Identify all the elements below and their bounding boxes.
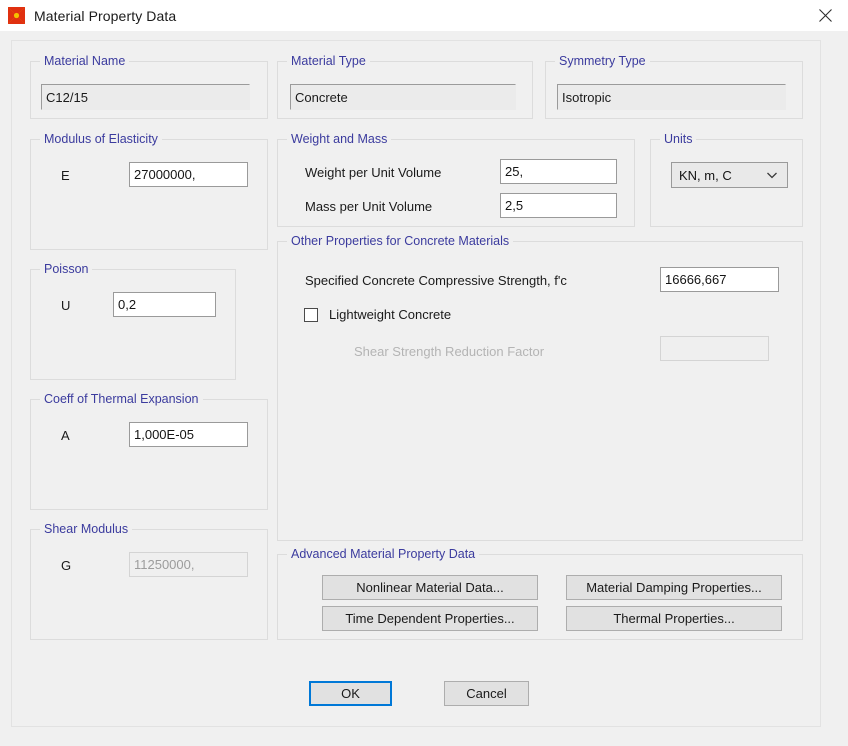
group-label-material-name: Material Name [40,54,130,68]
checkbox-box-icon [304,307,318,322]
poisson-input[interactable]: 0,2 [113,292,216,317]
modulus-input[interactable]: 27000000, [129,162,248,187]
group-other-properties: Other Properties for Concrete Materials … [277,234,803,541]
group-label-units: Units [660,132,697,146]
shear-strength-reduction-label: Shear Strength Reduction Factor [354,344,545,359]
mass-per-unit-volume-label: Mass per Unit Volume [305,199,433,214]
title-bar: Material Property Data [0,0,848,31]
fc-label: Specified Concrete Compressive Strength,… [305,273,567,288]
close-icon[interactable] [802,0,848,31]
group-material-type: Material Type Concrete [277,54,533,119]
units-select-value: KN, m, C [679,167,732,183]
group-material-name: Material Name C12/15 [30,54,268,119]
weight-per-unit-volume-input[interactable]: 25, [500,159,617,184]
group-poisson: Poisson U 0,2 [30,262,236,380]
lightweight-concrete-checkbox[interactable]: Lightweight Concrete [304,307,451,322]
group-label-shear-modulus: Shear Modulus [40,522,133,536]
group-symmetry-type: Symmetry Type Isotropic [545,54,803,119]
group-units: Units KN, m, C [650,132,803,227]
thermal-input[interactable]: 1,000E-05 [129,422,248,447]
group-label-material-type: Material Type [287,54,370,68]
mass-per-unit-volume-input[interactable]: 2,5 [500,193,617,218]
group-label-advanced: Advanced Material Property Data [287,547,480,561]
group-thermal-expansion: Coeff of Thermal Expansion A 1,000E-05 [30,392,268,510]
units-select[interactable]: KN, m, C [671,162,788,188]
cancel-button[interactable]: Cancel [444,681,529,706]
time-dependent-properties-button[interactable]: Time Dependent Properties... [322,606,538,631]
chevron-down-icon [766,169,778,181]
shear-modulus-input: 11250000, [129,552,248,577]
group-label-thermal: Coeff of Thermal Expansion [40,392,203,406]
ok-button[interactable]: OK [309,681,392,706]
nonlinear-material-data-button[interactable]: Nonlinear Material Data... [322,575,538,600]
material-damping-properties-button[interactable]: Material Damping Properties... [566,575,782,600]
symmetry-type-input[interactable]: Isotropic [557,84,786,110]
group-label-weight-mass: Weight and Mass [287,132,392,146]
group-advanced-material-property-data: Advanced Material Property Data Nonlinea… [277,547,803,640]
modulus-field-label: E [61,168,70,183]
material-type-input[interactable]: Concrete [290,84,516,110]
outer-panel: Material Name C12/15 Material Type Concr… [11,40,821,727]
thermal-properties-button[interactable]: Thermal Properties... [566,606,782,631]
lightweight-concrete-label: Lightweight Concrete [329,307,452,322]
weight-per-unit-volume-label: Weight per Unit Volume [305,165,442,180]
group-label-modulus: Modulus of Elasticity [40,132,162,146]
material-name-input[interactable]: C12/15 [41,84,250,110]
shear-modulus-field-label: G [61,558,72,573]
window-title: Material Property Data [34,7,177,24]
group-modulus-of-elasticity: Modulus of Elasticity E 27000000, [30,132,268,250]
group-label-symmetry-type: Symmetry Type [555,54,650,68]
fc-input[interactable]: 16666,667 [660,267,779,292]
poisson-field-label: U [61,298,71,313]
thermal-field-label: A [61,428,70,443]
dialog-body: Material Name C12/15 Material Type Concr… [0,31,848,746]
sap-star-icon [8,7,25,24]
shear-strength-reduction-input [660,336,769,361]
group-label-poisson: Poisson [40,262,93,276]
group-shear-modulus: Shear Modulus G 11250000, [30,522,268,640]
group-weight-and-mass: Weight and Mass Weight per Unit Volume 2… [277,132,635,227]
group-label-other-properties: Other Properties for Concrete Materials [287,234,514,248]
